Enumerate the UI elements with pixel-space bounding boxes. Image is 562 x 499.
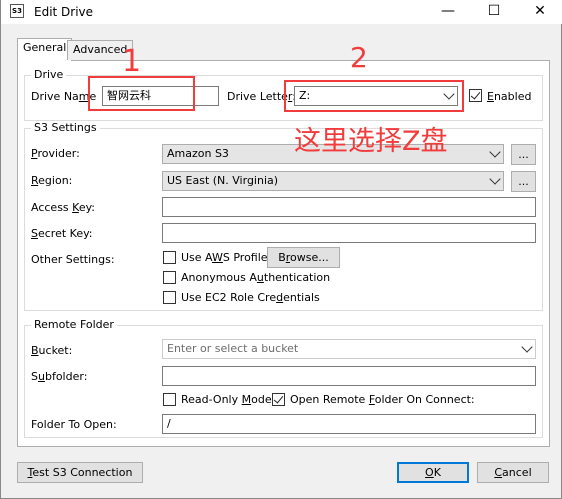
read-only-checkbox[interactable] — [163, 393, 176, 406]
open-remote-checkbox[interactable] — [272, 393, 285, 406]
cancel-button[interactable]: Cancel — [477, 462, 549, 483]
chevron-down-icon — [489, 146, 501, 158]
ec2-role-label: Use EC2 Role Credentials — [181, 291, 320, 304]
read-only-label: Read-Only Mode — [181, 393, 272, 406]
provider-label: Provider: — [31, 147, 80, 160]
bucket-placeholder: Enter or select a bucket — [167, 342, 299, 355]
ok-button[interactable]: OK — [397, 462, 469, 483]
remote-folder-title: Remote Folder — [31, 318, 117, 331]
s3-settings-title: S3 Settings — [31, 121, 100, 134]
enabled-checkbox[interactable] — [469, 89, 482, 102]
drive-group-title: Drive — [31, 68, 67, 81]
region-label: Region: — [31, 174, 73, 187]
maximize-button[interactable]: ☐ — [471, 0, 517, 24]
ec2-role-checkbox[interactable] — [163, 291, 176, 304]
access-key-input[interactable] — [162, 197, 536, 217]
provider-value: Amazon S3 — [167, 147, 229, 160]
window-title: Edit Drive — [34, 5, 94, 19]
subfolder-input[interactable] — [162, 366, 536, 386]
bucket-select[interactable]: Enter or select a bucket — [162, 339, 536, 359]
provider-more-button[interactable]: ... — [511, 144, 536, 165]
subfolder-label: Subfolder: — [31, 370, 88, 383]
region-select[interactable]: US East (N. Virginia) — [162, 171, 504, 191]
annotation-number-1: 1 — [122, 44, 142, 79]
open-remote-label: Open Remote Folder On Connect: — [290, 393, 475, 406]
anonymous-auth-label: Anonymous Authentication — [181, 271, 331, 284]
secret-key-input[interactable] — [162, 223, 536, 243]
chevron-down-icon — [521, 341, 533, 353]
browse-button[interactable]: Browse... — [267, 247, 340, 268]
general-tab-page: Drive Drive Name 智网云科 Drive Letter: Z: E… — [17, 60, 550, 447]
access-key-label: Access Key: — [31, 201, 96, 214]
bucket-label: Bucket: — [31, 344, 73, 357]
annotation-box-2 — [284, 80, 464, 112]
folder-to-open-label: Folder To Open: — [31, 418, 117, 431]
annotation-box-1 — [88, 76, 195, 111]
close-button[interactable]: ✕ — [517, 0, 562, 24]
annotation-number-2: 2 — [350, 41, 368, 74]
region-more-button[interactable]: ... — [511, 171, 536, 192]
enabled-label: Enabled — [487, 90, 532, 103]
annotation-note: 这里选择Z盘 — [294, 126, 448, 157]
tab-general[interactable]: General — [17, 38, 73, 61]
use-aws-profile-checkbox[interactable] — [163, 251, 176, 264]
secret-key-label: Secret Key: — [31, 227, 93, 240]
anonymous-auth-checkbox[interactable] — [163, 271, 176, 284]
other-settings-label: Other Settings: — [31, 253, 115, 266]
use-aws-profile-label: Use AWS Profile — [181, 251, 268, 264]
edit-drive-window: S3 Edit Drive — ☐ ✕ Drive Drive Name 智网云… — [0, 0, 562, 499]
minimize-button[interactable]: — — [425, 0, 471, 24]
chevron-down-icon — [489, 173, 501, 185]
folder-to-open-input[interactable]: / — [162, 414, 536, 434]
app-icon: S3 — [10, 4, 24, 18]
title-bar: S3 Edit Drive — ☐ ✕ — [1, 0, 562, 24]
drive-name-label: Drive Name — [31, 90, 97, 103]
test-connection-button[interactable]: Test S3 Connection — [17, 462, 143, 483]
region-value: US East (N. Virginia) — [167, 174, 279, 187]
